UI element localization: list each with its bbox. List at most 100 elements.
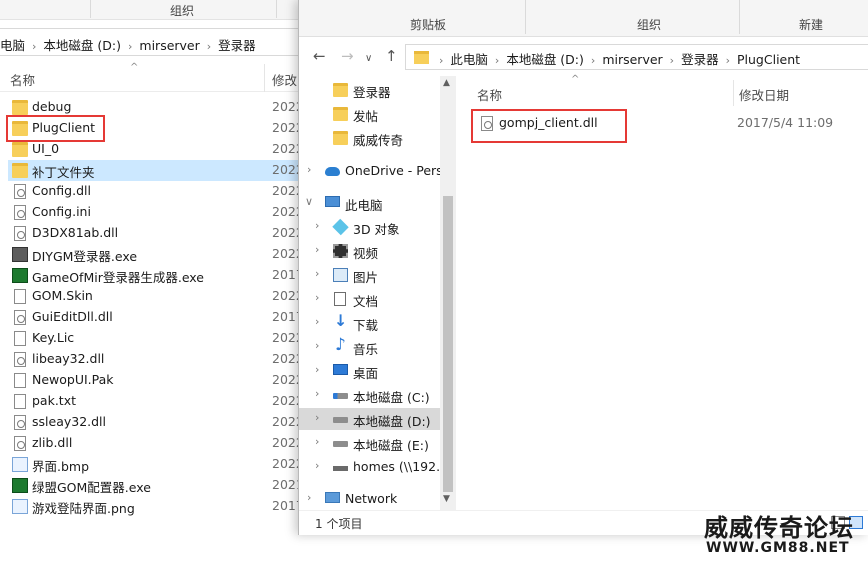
exe-icon bbox=[12, 268, 28, 283]
chevron-right-icon[interactable]: › bbox=[315, 315, 319, 328]
column-date-modified[interactable]: 修改日期 bbox=[739, 85, 789, 104]
network-share-icon bbox=[333, 466, 348, 471]
file-list-pane: ^ 名称 修改日期 gompj_client.dll 2017/5/4 11:0… bbox=[457, 74, 868, 510]
column-name[interactable]: 名称 bbox=[10, 70, 35, 89]
file-name: ssleay32.dll bbox=[32, 414, 107, 429]
column-divider[interactable] bbox=[264, 64, 265, 92]
nav-item-downloads[interactable]: › 下载 bbox=[299, 311, 442, 334]
chevron-right-icon[interactable]: › bbox=[591, 54, 595, 67]
background-address-bar[interactable]: 电脑 › 本地磁盘 (D:) › mirserver › 登录器 bbox=[0, 28, 310, 56]
nav-item-music[interactable]: › 音乐 bbox=[299, 335, 442, 358]
nav-item-network[interactable]: › Network bbox=[299, 488, 442, 510]
scroll-up-icon[interactable]: ▲ bbox=[443, 78, 450, 88]
pictures-icon bbox=[333, 268, 348, 282]
file-row-gom-skin[interactable]: GOM.Skin 2022 bbox=[8, 286, 304, 307]
nav-item-onedrive[interactable]: › OneDrive - Perso bbox=[299, 160, 450, 182]
chevron-right-icon[interactable]: › bbox=[726, 54, 730, 67]
nav-item-drive-e[interactable]: › 本地磁盘 (E:) bbox=[299, 432, 442, 454]
dll-file-icon bbox=[14, 352, 26, 367]
3d-objects-icon bbox=[332, 218, 349, 236]
scrollbar-thumb[interactable] bbox=[443, 196, 453, 492]
file-row-interface-bmp[interactable]: 界面.bmp 2022 bbox=[8, 454, 304, 475]
address-bar[interactable]: › 此电脑 › 本地磁盘 (D:) › mirserver › 登录器 › PlugClient bbox=[405, 44, 868, 70]
chevron-right-icon[interactable]: › bbox=[315, 387, 319, 400]
file-row-d3dx81ab[interactable]: D3DX81ab.dll 2022 bbox=[8, 223, 304, 244]
nav-item-weiwei-legend[interactable]: 威威传奇 bbox=[299, 127, 442, 149]
forward-arrow-icon[interactable]: → bbox=[341, 48, 354, 64]
file-row-zlib[interactable]: zlib.dll 2022 bbox=[8, 433, 304, 454]
chevron-right-icon[interactable]: › bbox=[315, 411, 319, 424]
chevron-right-icon[interactable]: › bbox=[307, 163, 311, 176]
nav-item-label: 音乐 bbox=[353, 342, 379, 357]
ribbon-group-clipboard: 剪贴板 bbox=[410, 18, 447, 32]
background-explorer-window: 组织 电脑 › 本地磁盘 (D:) › mirserver › 登录器 ^ 名称 修改日 d… bbox=[0, 0, 310, 561]
nav-item-drive-d[interactable]: › 本地磁盘 (D:) bbox=[299, 408, 442, 430]
chevron-right-icon[interactable]: › bbox=[315, 243, 319, 256]
column-name[interactable]: 名称 bbox=[477, 85, 502, 104]
music-icon bbox=[333, 335, 348, 355]
file-row-config-dll[interactable]: Config.dll 2022 bbox=[8, 181, 304, 202]
file-name: 游戏登陆界面.png bbox=[32, 501, 135, 516]
back-arrow-icon[interactable]: ← bbox=[313, 48, 326, 64]
breadcrumb-drive-d[interactable]: 本地磁盘 (D:) bbox=[506, 49, 584, 68]
chevron-right-icon[interactable]: › bbox=[315, 267, 319, 280]
nav-item-label: Network bbox=[345, 491, 398, 506]
file-row-pak-txt[interactable]: pak.txt 2022 bbox=[8, 391, 304, 412]
ribbon-divider bbox=[739, 0, 740, 34]
file-name: UI_0 bbox=[32, 141, 60, 156]
item-count: 1 个项目 bbox=[315, 517, 363, 531]
file-row-patch-folder[interactable]: 补丁文件夹 2022 bbox=[8, 160, 304, 181]
file-row-lvmeng-exe[interactable]: 绿盟GOM配置器.exe 2021 bbox=[8, 475, 304, 496]
chevron-right-icon[interactable]: › bbox=[315, 291, 319, 304]
chevron-right-icon[interactable]: › bbox=[495, 54, 499, 67]
recent-locations-chevron-icon[interactable]: ∨ bbox=[365, 51, 372, 67]
file-row-guieditdll[interactable]: GuiEditDll.dll 2017 bbox=[8, 307, 304, 328]
file-row-libeay32[interactable]: libeay32.dll 2022 bbox=[8, 349, 304, 370]
folder-icon bbox=[333, 83, 348, 97]
nav-item-homes-share[interactable]: › homes (\\192.1 bbox=[299, 456, 448, 478]
nav-item-desktop[interactable]: › 桌面 bbox=[299, 360, 442, 382]
nav-item-pictures[interactable]: › 图片 bbox=[299, 264, 442, 286]
chevron-down-icon[interactable]: ∨ bbox=[305, 195, 313, 208]
file-row-ssleay32[interactable]: ssleay32.dll 2022 bbox=[8, 412, 304, 433]
nav-item-3d-objects[interactable]: › 3D 对象 bbox=[299, 216, 442, 238]
breadcrumb-mirserver[interactable]: mirserver bbox=[602, 52, 662, 67]
folder-icon bbox=[12, 100, 28, 115]
chevron-right-icon[interactable]: › bbox=[315, 435, 319, 448]
nav-item-documents[interactable]: › 文档 bbox=[299, 288, 442, 310]
chevron-right-icon[interactable]: › bbox=[307, 491, 311, 504]
scroll-down-icon[interactable]: ▼ bbox=[443, 494, 450, 504]
chevron-right-icon[interactable]: › bbox=[315, 219, 319, 232]
file-row-key-lic[interactable]: Key.Lic 2022 bbox=[8, 328, 304, 349]
chevron-right-icon[interactable]: › bbox=[670, 54, 674, 67]
chevron-right-icon[interactable]: › bbox=[315, 363, 319, 376]
breadcrumb-this-pc[interactable]: 此电脑 bbox=[450, 49, 488, 68]
file-row-gameofmir-exe[interactable]: GameOfMir登录器生成器.exe 2017 bbox=[8, 265, 304, 286]
breadcrumb-launcher[interactable]: 登录器 bbox=[681, 49, 719, 68]
nav-item-label: 登录器 bbox=[353, 85, 391, 100]
breadcrumb-this-pc[interactable]: 电脑 bbox=[0, 35, 25, 54]
chevron-right-icon[interactable]: › bbox=[315, 459, 319, 472]
breadcrumb-mirserver[interactable]: mirserver bbox=[139, 38, 199, 53]
background-column-header: ^ 名称 修改日 bbox=[0, 62, 310, 92]
nav-item-videos[interactable]: › 视频 bbox=[299, 240, 442, 262]
file-row-login-png[interactable]: 游戏登陆界面.png 2017 bbox=[8, 496, 304, 517]
navigation-pane: 登录器 发帖 威威传奇 › OneDrive - Perso ∨ 此电脑 › 3D 对… bbox=[299, 76, 456, 510]
breadcrumb-plugclient[interactable]: PlugClient bbox=[737, 52, 800, 67]
nav-item-this-pc[interactable]: ∨ 此电脑 bbox=[299, 192, 442, 214]
chevron-right-icon[interactable]: › bbox=[439, 54, 443, 67]
text-file-icon bbox=[14, 394, 26, 409]
file-row-ui0[interactable]: UI_0 2022 bbox=[8, 139, 304, 160]
file-row-config-ini[interactable]: Config.ini 2022 bbox=[8, 202, 304, 223]
column-divider[interactable] bbox=[733, 80, 734, 106]
nav-item-drive-c[interactable]: › 本地磁盘 (C:) bbox=[299, 384, 442, 406]
file-row-diygm-exe[interactable]: DIYGM登录器.exe 2022 bbox=[8, 244, 304, 265]
breadcrumb-drive-d[interactable]: 本地磁盘 (D:) bbox=[43, 35, 121, 54]
up-arrow-icon[interactable]: ↑ bbox=[385, 48, 398, 64]
nav-item-launcher[interactable]: 登录器 bbox=[299, 79, 442, 101]
navigation-scrollbar[interactable]: ▲ ▼ bbox=[440, 76, 456, 510]
nav-item-post[interactable]: 发帖 bbox=[299, 103, 442, 125]
chevron-right-icon[interactable]: › bbox=[315, 339, 319, 352]
file-row-newopui-pak[interactable]: NewopUI.Pak 2022 bbox=[8, 370, 304, 391]
breadcrumb-launcher[interactable]: 登录器 bbox=[218, 35, 256, 54]
